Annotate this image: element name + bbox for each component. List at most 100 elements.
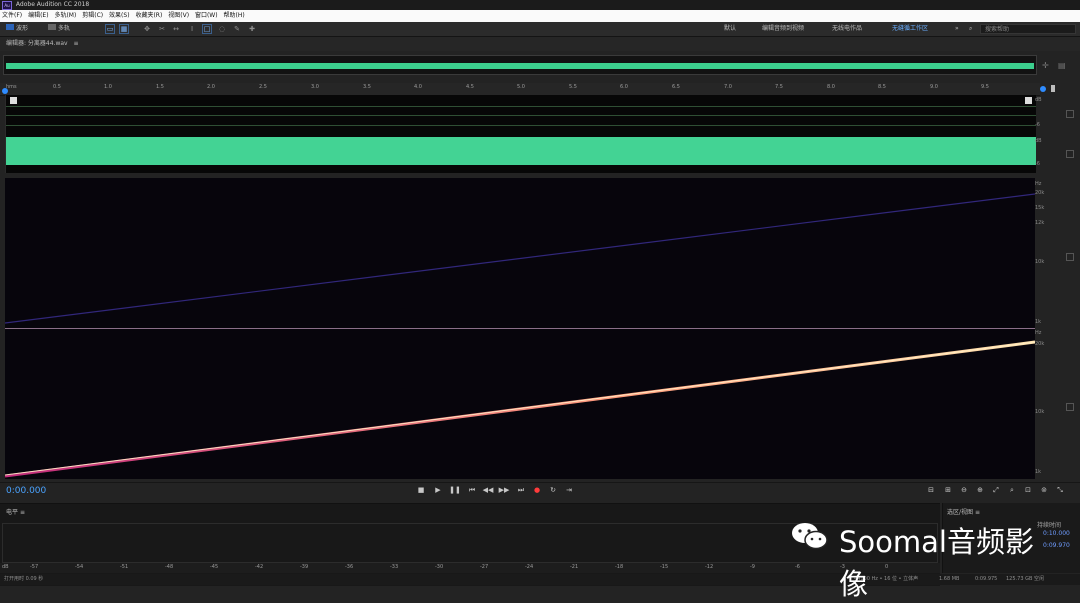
menu-window[interactable]: 窗口(W) xyxy=(195,12,218,19)
spectral-display[interactable] xyxy=(4,178,1036,479)
workspace-default[interactable]: 默认 xyxy=(724,24,736,34)
overview-waveform[interactable] xyxy=(3,55,1037,75)
waveform-view-label: 波形 xyxy=(16,25,29,32)
ruler-label: 6.0 xyxy=(620,84,628,90)
marquee-tool-icon[interactable]: □ xyxy=(202,24,212,34)
timecode-display[interactable]: 0:00.000 xyxy=(6,486,46,496)
channel-divider xyxy=(5,328,1035,329)
level-scale-label: -24 xyxy=(525,564,534,570)
ruler-label: 8.5 xyxy=(878,84,886,90)
skip-back-icon[interactable]: ⏮ xyxy=(466,485,478,496)
level-scale-label: -39 xyxy=(300,564,309,570)
zoom-full-icon[interactable]: ⤢ xyxy=(990,485,1002,496)
workspace-radio[interactable]: 无线电作品 xyxy=(832,24,862,34)
freq-label: 12k xyxy=(1035,220,1045,226)
ruler-label: 9.0 xyxy=(930,84,938,90)
spectral-pitch-icon[interactable]: ▦ xyxy=(119,24,129,34)
play-icon[interactable]: ▶ xyxy=(432,485,444,496)
ruler-label: 1.5 xyxy=(156,84,164,90)
panel-menu-icon[interactable]: ▤ xyxy=(1058,61,1066,70)
ruler-label: 5.5 xyxy=(569,84,577,90)
spot-healing-icon[interactable]: ✚ xyxy=(248,25,256,33)
ruler-label: 8.0 xyxy=(827,84,835,90)
panel-menu-icon[interactable]: ≡ xyxy=(20,509,25,516)
title-bar: Au Adobe Audition CC 2018 xyxy=(0,0,1080,10)
zoom-in-amplitude-icon[interactable]: ⊞ xyxy=(942,485,954,496)
waveform-icon xyxy=(6,24,14,30)
zoom-out-amplitude-icon[interactable]: ⊟ xyxy=(925,485,937,496)
workspace-edit-audio-video[interactable]: 编辑音频到视频 xyxy=(762,24,804,34)
rewind-icon[interactable]: ◀◀ xyxy=(482,485,494,496)
amplitude-scale-icon[interactable] xyxy=(1066,110,1074,118)
menu-favorites[interactable]: 收藏夹(R) xyxy=(135,12,162,19)
zoom-extend-icon[interactable]: ⤡ xyxy=(1054,485,1066,496)
ruler-label: 3.0 xyxy=(311,84,319,90)
record-icon[interactable]: ● xyxy=(531,485,543,496)
multitrack-icon xyxy=(48,24,56,30)
level-scale-label: -45 xyxy=(210,564,219,570)
multitrack-view-label: 多轨 xyxy=(58,25,71,32)
skip-forward-icon[interactable]: ⏭ xyxy=(515,485,527,496)
move-tool-icon[interactable]: ✥ xyxy=(143,25,151,33)
level-scale-label: -18 xyxy=(615,564,624,570)
level-scale-label: -15 xyxy=(660,564,669,570)
ruler-label: 4.0 xyxy=(414,84,422,90)
search-input[interactable]: 搜索帮助 xyxy=(980,24,1076,34)
level-scale-label: -9 xyxy=(750,564,755,570)
ruler-label: 2.5 xyxy=(259,84,267,90)
level-scale-label: -36 xyxy=(345,564,354,570)
freq-label: 1k xyxy=(1035,319,1042,325)
brush-tool-icon[interactable]: ✎ xyxy=(233,25,241,33)
zoom-in-icon[interactable]: ✛ xyxy=(1042,61,1049,70)
pause-icon[interactable]: ❚❚ xyxy=(449,485,461,496)
spectral-display-icon[interactable]: ▭ xyxy=(105,24,115,34)
zoom-navigator-icon[interactable] xyxy=(1040,86,1046,92)
slip-tool-icon[interactable]: ↔ xyxy=(172,25,180,33)
ruler-label: 3.5 xyxy=(363,84,371,90)
level-scale-label: -33 xyxy=(390,564,399,570)
marker-icon[interactable] xyxy=(1051,85,1055,92)
ruler-label: 7.0 xyxy=(724,84,732,90)
menu-multitrack[interactable]: 多轨(M) xyxy=(54,12,76,19)
zoom-reset-icon[interactable]: ⊚ xyxy=(1038,485,1050,496)
channel-toggle-icon[interactable] xyxy=(10,97,17,104)
db-label: dB xyxy=(1035,97,1042,103)
menu-file[interactable]: 文件(F) xyxy=(2,12,22,19)
frequency-scale-icon[interactable] xyxy=(1066,253,1074,261)
freq-label: 10k xyxy=(1035,409,1045,415)
level-scale-label: -21 xyxy=(570,564,579,570)
channel-toggle-icon[interactable] xyxy=(1025,97,1032,104)
time-select-tool-icon[interactable]: I xyxy=(188,25,196,33)
zoom-selection-icon[interactable]: ⌕ xyxy=(1006,485,1018,496)
menu-edit[interactable]: 编辑(E) xyxy=(28,12,48,19)
freq-label: 10k xyxy=(1035,259,1045,265)
loop-icon[interactable]: ↻ xyxy=(547,485,559,496)
workspace-custom[interactable]: 无缝循工作区 xyxy=(892,24,928,34)
menu-effects[interactable]: 效果(S) xyxy=(109,12,130,19)
menu-bar: 文件(F) 编辑(E) 多轨(M) 剪辑(C) 效果(S) 收藏夹(R) 视图(… xyxy=(0,10,1080,22)
skip-selection-icon[interactable]: ⇥ xyxy=(563,485,575,496)
menu-clip[interactable]: 剪辑(C) xyxy=(82,12,103,19)
zoom-in-time-icon[interactable]: ⊕ xyxy=(974,485,986,496)
zoom-fit-icon[interactable]: ⊡ xyxy=(1022,485,1034,496)
editor-menu-icon[interactable]: ≡ xyxy=(74,40,79,47)
watermark: Soomal音频影像 xyxy=(790,513,1050,601)
ruler-label: 5.0 xyxy=(517,84,525,90)
amplitude-scale-icon[interactable] xyxy=(1066,150,1074,158)
level-scale-label: -42 xyxy=(255,564,264,570)
workspace-more-icon[interactable]: » xyxy=(955,24,959,34)
level-scale-label: -57 xyxy=(30,564,39,570)
zoom-out-time-icon[interactable]: ⊖ xyxy=(958,485,970,496)
razor-tool-icon[interactable]: ✂ xyxy=(158,25,166,33)
fast-forward-icon[interactable]: ▶▶ xyxy=(498,485,510,496)
multitrack-view-button[interactable]: 多轨 xyxy=(48,24,70,34)
level-scale-label: -12 xyxy=(705,564,714,570)
menu-help[interactable]: 帮助(H) xyxy=(224,12,245,19)
waveform-view-button[interactable]: 波形 xyxy=(6,24,28,34)
menu-view[interactable]: 视图(V) xyxy=(168,12,189,19)
waveform-display[interactable] xyxy=(5,95,1036,173)
stop-icon[interactable]: ■ xyxy=(415,485,427,496)
lasso-tool-icon[interactable]: ◌ xyxy=(218,25,226,33)
playhead-icon[interactable] xyxy=(2,88,8,94)
frequency-scale-icon[interactable] xyxy=(1066,403,1074,411)
